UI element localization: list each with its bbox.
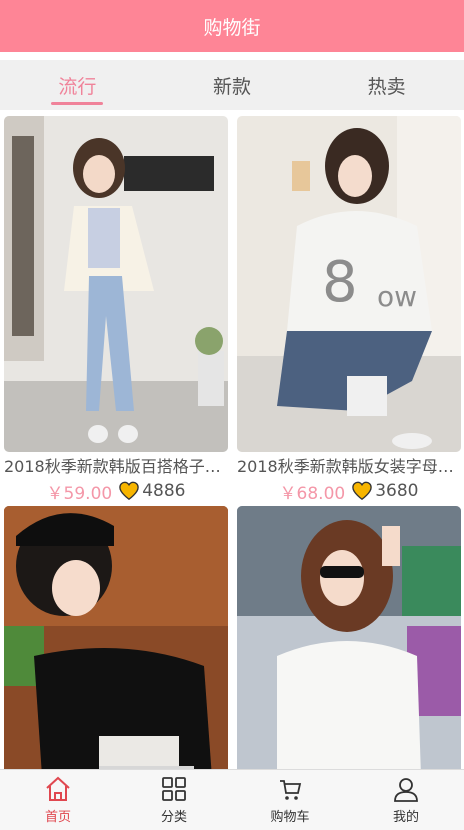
tab-new[interactable]: 新款 [155, 60, 310, 110]
heart-icon[interactable] [351, 481, 373, 501]
bottom-nav: 首页 分类 购物车 我的 [0, 769, 464, 830]
product-likes: 4886 [142, 481, 186, 501]
page-title: 购物街 [203, 16, 261, 39]
nav-profile-label: 我的 [392, 810, 419, 825]
product-title[interactable]: 2018秋季新款韩版百搭格子衬衫 [4, 456, 228, 478]
product-grid: 2018秋季新款韩版百搭格子衬衫 ￥59.00 4886 8 ow 2018秋季… [0, 116, 464, 769]
product-image[interactable] [4, 116, 228, 452]
svg-text:8: 8 [322, 250, 358, 315]
product-likes: 3680 [375, 481, 419, 501]
nav-cart[interactable]: 购物车 [232, 770, 348, 830]
product-image[interactable] [4, 506, 228, 769]
tab-bar: 流行 新款 热卖 [0, 60, 464, 110]
product-image[interactable]: 8 ow [237, 116, 461, 452]
product-meta: ￥59.00 4886 [4, 479, 228, 504]
product-price: ￥68.00 [279, 483, 346, 504]
tab-popular[interactable]: 流行 [0, 60, 155, 110]
heart-icon[interactable] [118, 481, 140, 501]
user-icon [394, 778, 418, 802]
product-card[interactable]: 2018秋季新款韩版百搭格子衬衫 ￥59.00 4886 [4, 116, 228, 504]
active-tab-indicator [51, 102, 104, 105]
product-card[interactable]: 8 ow 2018秋季新款韩版女装字母卫衣 ￥68.00 3680 [237, 116, 461, 504]
nav-profile[interactable]: 我的 [348, 770, 464, 830]
app-header: 购物街 [0, 0, 464, 52]
product-meta: ￥68.00 3680 [237, 479, 461, 504]
product-title[interactable]: 2018秋季新款韩版女装字母卫衣 [237, 456, 461, 478]
nav-category[interactable]: 分类 [116, 770, 232, 830]
svg-text:ow: ow [377, 280, 417, 313]
nav-home-label: 首页 [44, 810, 71, 825]
grid-icon [162, 777, 186, 801]
product-image[interactable] [237, 506, 461, 769]
product-card[interactable] [4, 506, 228, 769]
nav-home[interactable]: 首页 [0, 770, 116, 830]
tab-new-label: 新款 [213, 75, 252, 98]
cart-icon [280, 780, 302, 800]
nav-cart-label: 购物车 [270, 810, 310, 825]
nav-category-label: 分类 [160, 810, 187, 825]
header-gap [0, 52, 464, 60]
tab-hot-label: 热卖 [367, 75, 406, 98]
product-price: ￥59.00 [46, 483, 113, 504]
home-icon [46, 776, 70, 801]
product-card[interactable] [237, 506, 461, 769]
tab-hot[interactable]: 热卖 [309, 60, 464, 110]
tab-popular-label: 流行 [58, 75, 97, 98]
